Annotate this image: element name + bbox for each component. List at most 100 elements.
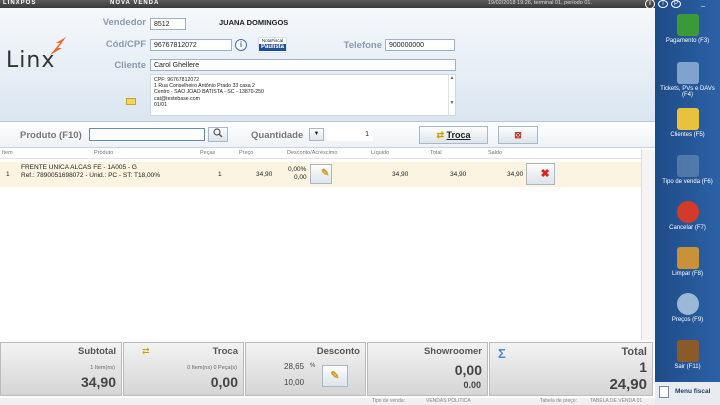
troca-panel: ⇄ Troca 0 Item(ns) 0 Peça(s) 0,00	[123, 342, 244, 396]
cliente-field[interactable]: Carol Ghellere	[150, 59, 456, 71]
totals-panel: Subtotal 1 Item(ns) 34,90 ⇄ Troca 0 Item…	[0, 342, 655, 397]
client-address-box: CPF: 96767812072 1 Rua Conselheiro Antôn…	[150, 74, 456, 116]
sidebar-item-limpar[interactable]: Limpar (F8)	[655, 247, 720, 277]
troca-button[interactable]: ⇄ Troca	[419, 126, 488, 144]
price-search-icon	[676, 293, 699, 315]
row-product-ref: Ref.: 7890051698072 - Unid.: PC - ST: T1…	[21, 172, 160, 179]
desconto-panel: Desconto 28,65 % 10,00 ✎	[245, 342, 366, 396]
table-row[interactable]: 1 FRENTE UNICA ALCAS FE - 1A005 - G Ref.…	[0, 162, 641, 187]
exchange-icon: ⇄	[142, 346, 150, 356]
desconto-label: Desconto	[316, 346, 360, 357]
vendedor-label: Vendedor	[102, 17, 146, 28]
session-status: 19/02/2018 19:26, terminal 01, período 0…	[488, 0, 592, 6]
telefone-label: Telefone	[343, 40, 382, 51]
sidebar-item-pagamento[interactable]: Pagamento (F3)	[655, 14, 720, 44]
cpf-label: Cód/CPF	[105, 39, 146, 50]
total-value: 24,90	[609, 376, 647, 393]
quantidade-field[interactable]: 1	[327, 128, 373, 141]
troca-label: Troca	[212, 346, 238, 357]
email-icon	[126, 98, 136, 105]
product-entry-bar: Produto (F10) Quantidade ▼ 1 ⇄ Troca ⊠	[0, 122, 655, 148]
vendedor-code-field[interactable]: 8512	[150, 18, 186, 30]
sidebar-item-cancelar[interactable]: Cancelar (F7)	[655, 201, 720, 231]
cliente-label: Cliente	[114, 60, 146, 71]
showroomer-value: 0,00	[454, 362, 482, 378]
exchange-icon: ⇄	[436, 130, 444, 140]
showroomer-panel: Showroomer 0,00 0.00	[367, 342, 488, 396]
sale-header: Linx Vendedor 8512 JUANA DOMINGOS Cód/CP…	[0, 8, 655, 122]
quantity-decrease-button[interactable]: ▼	[309, 128, 324, 141]
quantidade-label: Quantidade	[251, 130, 304, 141]
cash-register-icon	[676, 14, 699, 36]
troca-items: 0 Item(ns) 0 Peça(s)	[187, 365, 237, 371]
produto-input[interactable]	[89, 128, 205, 141]
column-header: Líquido	[371, 150, 390, 156]
address-scrollbar[interactable]: ▲ ▼	[448, 75, 455, 115]
search-icon	[213, 128, 223, 138]
remove-cart-icon: ⊠	[514, 130, 522, 140]
delete-x-icon: ✖	[540, 168, 550, 180]
row-discount-button[interactable]: ✎	[310, 164, 332, 184]
total-count: 1	[639, 359, 647, 375]
row-saldo: 34,90	[507, 171, 524, 178]
total-label: Total	[621, 346, 647, 358]
subtotal-panel: Subtotal 1 Item(ns) 34,90	[0, 342, 122, 396]
column-header: Preço	[239, 150, 254, 156]
sidebar-item-tickets[interactable]: Tickets, PVs e DAVs (F4)	[655, 62, 720, 98]
product-search-button[interactable]	[208, 127, 228, 142]
grid-header: Item Produto Peças Preço Desconto/Acrésc…	[0, 150, 655, 159]
cancel-icon	[676, 201, 699, 223]
exit-door-icon	[676, 340, 699, 362]
vendedor-name: JUANA DOMINGOS	[219, 18, 289, 27]
desconto-percent: 28,65	[284, 362, 305, 371]
sidebar-item-sair[interactable]: Sair (F11)	[655, 340, 720, 370]
function-sidebar: i P _ Pagamento (F3) Tickets, PVs e DAVs…	[655, 0, 720, 405]
row-total: 34,90	[450, 171, 467, 178]
help-icon[interactable]: i	[658, 0, 668, 8]
row-preco: 34,90	[256, 171, 273, 178]
desconto-percent-unit: %	[310, 363, 316, 369]
brand-mark-icon	[50, 37, 66, 55]
row-product-name: FRENTE UNICA ALCAS FE - 1A005 - G	[21, 164, 137, 171]
cpf-field[interactable]: 96767812072	[150, 39, 232, 51]
broom-icon	[676, 247, 699, 269]
profile-icon[interactable]: P	[671, 0, 681, 8]
client-info-icon[interactable]: i	[235, 39, 247, 51]
subtotal-value: 34,90	[80, 374, 116, 390]
price-table-value: TABELA DE VENDA 01	[590, 398, 643, 404]
row-delete-button[interactable]: ✖	[526, 163, 555, 185]
discount-tag-icon: ✎	[330, 370, 340, 382]
window-title: NOVA VENDA	[110, 0, 160, 6]
row-discount-pct: 0,00%	[288, 166, 307, 173]
produto-label: Produto (F10)	[20, 130, 82, 141]
column-header: Peças	[200, 150, 216, 156]
receipt-icon	[659, 386, 669, 398]
column-header: Item	[2, 150, 13, 156]
discount-tag-icon: ✎	[321, 168, 330, 179]
folder-icon	[676, 108, 699, 130]
subtotal-items: 1 Item(ns)	[90, 365, 115, 371]
menu-fiscal-button[interactable]: Menu fiscal	[655, 382, 720, 405]
telefone-field[interactable]: 900000000	[385, 39, 455, 51]
sidebar-item-clientes[interactable]: Clientes (F5)	[655, 108, 720, 138]
tickets-icon	[676, 62, 699, 84]
sidebar-item-precos[interactable]: Preços (F9)	[655, 293, 720, 323]
total-panel: Σ Total 1 24,90	[489, 342, 653, 396]
desconto-value: 10,00	[284, 378, 305, 387]
remove-item-button[interactable]: ⊠	[498, 126, 538, 144]
column-header: Saldo	[488, 150, 503, 156]
sigma-icon: Σ	[498, 346, 506, 361]
minimize-button[interactable]: _	[701, 0, 705, 7]
column-header: Produto	[94, 150, 114, 156]
showroomer-secondary: 0.00	[463, 380, 481, 390]
row-pecas: 1	[218, 171, 222, 178]
grid-scrollbar[interactable]	[641, 150, 655, 340]
desconto-button[interactable]: ✎	[322, 365, 348, 387]
column-header: Total	[430, 150, 442, 156]
sale-type-label: Tipo de venda:	[372, 398, 405, 404]
app-logo: LINXPOS	[3, 0, 37, 6]
troca-value: 0,00	[210, 374, 238, 390]
sidebar-item-tipo-venda[interactable]: Tipo de venda (F6)	[655, 155, 720, 185]
row-liquido: 34,90	[392, 171, 409, 178]
title-bar: LINXPOS NOVA VENDA 19/02/2018 19:26, ter…	[0, 0, 655, 9]
